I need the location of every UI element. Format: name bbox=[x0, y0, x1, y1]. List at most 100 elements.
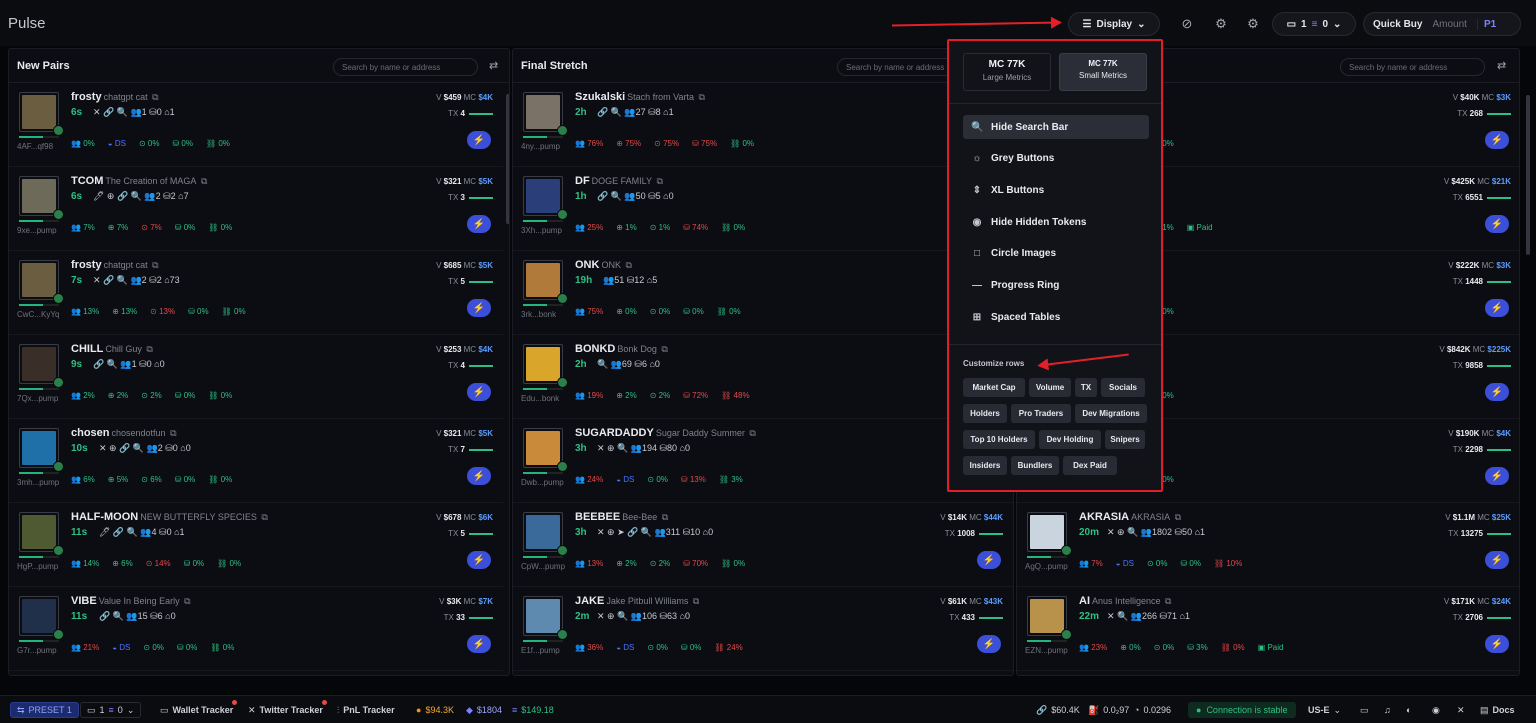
social-links[interactable]: ✕ ⊕ 🔗 🔍 👥2 ⛁0 ⌂0 bbox=[99, 443, 191, 454]
token-avatar[interactable] bbox=[19, 176, 59, 216]
token-address[interactable]: CpW...pump bbox=[521, 562, 565, 571]
token-name[interactable]: HALF-MOON NEW BUTTERFLY SPECIES ⧉ bbox=[71, 511, 268, 523]
quick-buy-button[interactable]: ⚡ bbox=[467, 551, 491, 569]
social-links[interactable]: ✕ ⊕ 🔍 👥106 ⛁63 ⌂0 bbox=[597, 611, 690, 622]
token-avatar[interactable] bbox=[523, 344, 563, 384]
copy-icon[interactable]: ⧉ bbox=[259, 512, 267, 522]
copy-icon[interactable]: ⧉ bbox=[198, 176, 207, 186]
wallet-selector[interactable]: ▭ 1 ≡ 0 ⌄ bbox=[80, 702, 142, 718]
token-avatar[interactable] bbox=[523, 176, 563, 216]
token-address[interactable]: 4AF...qf98 bbox=[17, 142, 53, 151]
row-chip-top-10-holders[interactable]: Top 10 Holders bbox=[963, 430, 1035, 449]
theme-icon[interactable]: ◐ bbox=[1406, 702, 1411, 718]
token-address[interactable]: 7Qx...pump bbox=[17, 394, 58, 403]
pnl-tracker-button[interactable]: ⫶ PnL Tracker bbox=[337, 702, 395, 718]
display-option-hide-hidden-tokens[interactable]: ◉ Hide Hidden Tokens bbox=[963, 210, 1149, 234]
copy-icon[interactable]: ⧉ bbox=[1172, 512, 1181, 522]
social-links[interactable]: ✕ 🔍 👥266 ⛁71 ⌂1 bbox=[1107, 611, 1190, 622]
token-name[interactable]: BONKD Bonk Dog ⧉ bbox=[575, 343, 668, 355]
social-links[interactable]: 👥51 ⛁12 ⌂5 bbox=[603, 275, 657, 286]
copy-icon[interactable]: ⧉ bbox=[150, 92, 158, 102]
token-address[interactable]: 3Xh...pump bbox=[521, 226, 562, 235]
token-avatar[interactable] bbox=[19, 428, 59, 468]
token-row[interactable]: 4ny...pump Szukalski Stach from Varta ⧉ 2h 🔗… bbox=[513, 83, 1013, 167]
token-row[interactable]: HgP...pump HALF-MOON NEW BUTTERFLY SPECIES… bbox=[9, 503, 503, 587]
token-address[interactable]: 9xe...pump bbox=[17, 226, 57, 235]
page-scrollbar[interactable] bbox=[1526, 95, 1530, 255]
row-chip-bundlers[interactable]: Bundlers bbox=[1011, 456, 1059, 475]
token-row[interactable]: CwC...KyYq frosty chatgpt cat ⧉ 7s ✕ 🔗 🔍 👥2 … bbox=[9, 251, 503, 335]
docs-link[interactable]: ▤ Docs bbox=[1480, 702, 1515, 718]
token-name[interactable]: TCOM The Creation of MAGA ⧉ bbox=[71, 175, 207, 187]
token-name[interactable]: VIBE Value In Being Early ⧉ bbox=[71, 595, 191, 607]
token-row[interactable]: Dwb...pump SUGARDADDY Sugar Daddy Summer ⧉… bbox=[513, 419, 1013, 503]
twitter-tracker-button[interactable]: ✕ Twitter Tracker bbox=[248, 700, 327, 718]
display-option-grey-buttons[interactable]: ☼ Grey Buttons bbox=[963, 147, 1149, 171]
quick-buy-button[interactable]: ⚡ bbox=[1485, 215, 1509, 233]
quick-buy-button[interactable]: ⚡ bbox=[1485, 467, 1509, 485]
token-address[interactable]: E1f...pump bbox=[521, 646, 560, 655]
token-row[interactable]: Edu...bonkBONKDBonk Dog ⧉2h🔍 👥69 ⛁6 ⌂0V … bbox=[513, 335, 1013, 419]
token-avatar[interactable] bbox=[523, 92, 563, 132]
token-row[interactable]: 9xe...pump TCOM The Creation of MAGA ⧉ 6s 🖊 … bbox=[9, 167, 503, 251]
copy-icon[interactable]: ⧉ bbox=[659, 344, 667, 354]
display-option-progress-ring[interactable]: — Progress Ring bbox=[963, 274, 1149, 298]
token-name[interactable]: SUGARDADDY Sugar Daddy Summer ⧉ bbox=[575, 427, 756, 439]
row-chip-dev-migrations[interactable]: Dev Migrations bbox=[1075, 404, 1147, 423]
copy-icon[interactable]: ⧉ bbox=[150, 260, 158, 270]
social-links[interactable]: ✕ 🔗 🔍 👥2 ⛁2 ⌂73 bbox=[93, 275, 180, 286]
token-row[interactable]: CpW...pump BEEBEE Bee-Bee ⧉ 3h ✕ ⊕ ➤ 🔗 🔍 👥31… bbox=[513, 503, 1013, 587]
token-avatar[interactable] bbox=[19, 260, 59, 300]
row-chip-holders[interactable]: Holders bbox=[963, 404, 1007, 423]
social-links[interactable]: 🔗 🔍 👥15 ⛁6 ⌂0 bbox=[99, 611, 176, 622]
token-avatar[interactable] bbox=[523, 428, 563, 468]
token-address[interactable]: G7r...pump bbox=[17, 646, 57, 655]
token-avatar[interactable] bbox=[19, 596, 59, 636]
token-name[interactable]: AKRASIA AKRASIA ⧉ bbox=[1079, 511, 1181, 523]
search-input[interactable]: Search by name or address bbox=[333, 58, 478, 76]
region-selector[interactable]: US-E ⌄ bbox=[1308, 702, 1341, 718]
copy-icon[interactable]: ⧉ bbox=[1163, 596, 1171, 606]
filter-icon[interactable]: ⇄ bbox=[1497, 59, 1506, 72]
hide-icon[interactable]: ⊘ bbox=[1177, 14, 1197, 34]
token-name[interactable]: CHILL Chill Guy ⧉ bbox=[71, 343, 153, 355]
quick-buy-button[interactable]: ⚡ bbox=[467, 467, 491, 485]
preset-button[interactable]: P1 bbox=[1476, 18, 1496, 30]
token-address[interactable]: AgQ...pump bbox=[1025, 562, 1068, 571]
token-avatar[interactable] bbox=[523, 512, 563, 552]
token-address[interactable]: HgP...pump bbox=[17, 562, 58, 571]
token-row[interactable]: E1f...pump JAKE Jake Pitbull Williams ⧉ 2m ✕… bbox=[513, 587, 1013, 671]
preset-button[interactable]: ⇆ PRESET 1 bbox=[10, 702, 79, 718]
token-row[interactable]: G7r...pump VIBE Value In Being Early ⧉ 11s 🔗… bbox=[9, 587, 503, 671]
quick-buy-button[interactable]: ⚡ bbox=[1485, 635, 1509, 653]
quick-buy-button[interactable]: ⚡ bbox=[977, 551, 1001, 569]
token-address[interactable]: 4ny...pump bbox=[521, 142, 560, 151]
token-row[interactable]: EZN...pump AI Anus Intelligence ⧉ 22m ✕ 🔍 👥2… bbox=[1017, 587, 1519, 671]
layout-icon[interactable]: ▭ bbox=[1360, 702, 1369, 718]
copy-icon[interactable]: ⧉ bbox=[623, 260, 631, 270]
quick-buy-button[interactable]: ⚡ bbox=[467, 299, 491, 317]
token-name[interactable]: frosty chatgpt cat ⧉ bbox=[71, 259, 159, 271]
row-chip-tx[interactable]: TX bbox=[1075, 378, 1097, 397]
token-address[interactable]: 3mh...pump bbox=[17, 478, 59, 487]
social-links[interactable]: 🔗 🔍 👥50 ⛁5 ⌂0 bbox=[597, 191, 674, 202]
social-links[interactable]: 🔍 👥69 ⛁6 ⌂0 bbox=[597, 359, 660, 370]
token-name[interactable]: DF DOGE FAMILY ⧉ bbox=[575, 175, 663, 187]
row-chip-dex-paid[interactable]: Dex Paid bbox=[1063, 456, 1117, 475]
row-chip-snipers[interactable]: Snipers bbox=[1105, 430, 1145, 449]
social-links[interactable]: 🔗 🔍 👥1 ⛁0 ⌂0 bbox=[93, 359, 165, 370]
display-button[interactable]: ☰ Display ⌄ bbox=[1068, 12, 1160, 36]
token-row[interactable]: 3rk...bonkONKONK ⧉19h👥51 ⛁12 ⌂5V $3⚡👥 75… bbox=[513, 251, 1013, 335]
social-links[interactable]: 🔗 🔍 👥27 ⛁8 ⌂1 bbox=[597, 107, 674, 118]
social-links[interactable]: 🖊 ⊕ 🔗 🔍 👥2 ⛁2 ⌂7 bbox=[93, 191, 189, 202]
social-links[interactable]: 🖊 🔗 🔍 👥4 ⛁0 ⌂1 bbox=[99, 527, 185, 538]
row-chip-volume[interactable]: Volume bbox=[1029, 378, 1071, 397]
quick-buy-button[interactable]: ⚡ bbox=[1485, 551, 1509, 569]
social-links[interactable]: ✕ 🔗 🔍 👥1 ⛁0 ⌂1 bbox=[93, 107, 175, 118]
token-avatar[interactable] bbox=[523, 596, 563, 636]
token-avatar[interactable] bbox=[19, 92, 59, 132]
x-icon[interactable]: ✕ bbox=[1457, 702, 1465, 718]
token-row[interactable]: 7Qx...pump CHILL Chill Guy ⧉ 9s 🔗 🔍 👥1 ⛁0 ⌂0… bbox=[9, 335, 503, 419]
token-row[interactable]: 4AF...qf98 frosty chatgpt cat ⧉ 6s ✕ 🔗 🔍 👥1 … bbox=[9, 83, 503, 167]
token-name[interactable]: BEEBEE Bee-Bee ⧉ bbox=[575, 511, 668, 523]
